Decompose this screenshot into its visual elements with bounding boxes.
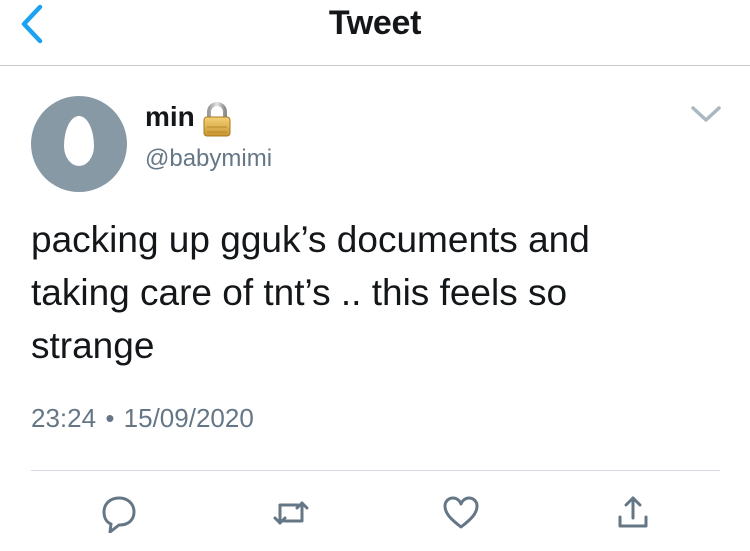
default-egg-avatar-icon [64,116,94,166]
divider [31,470,720,471]
retweet-button[interactable] [271,493,311,533]
tweet-time: 23:24 [31,403,97,433]
chevron-down-icon [691,106,721,122]
tweet-actions [0,493,750,537]
tweet-timestamp: 23:24 • 15/09/2020 [31,403,254,434]
tweet-text: packing up gguk’s documents and taking c… [31,219,590,366]
avatar[interactable] [31,96,127,192]
like-button[interactable] [441,493,481,533]
tweet-menu-button[interactable] [688,102,724,126]
author-handle[interactable]: @babymimi [145,145,272,173]
tweet-date: 15/09/2020 [123,403,254,433]
reply-button[interactable] [99,493,139,533]
page-title: Tweet [328,4,422,42]
heart-icon [443,496,479,529]
meta-separator: • [105,403,115,433]
author-display-name[interactable]: min [145,101,195,133]
reply-icon [102,496,136,533]
share-icon [618,496,648,528]
navigation-bar: Tweet [0,0,750,66]
retweet-icon [273,501,309,525]
lock-icon [201,101,233,137]
share-button[interactable] [613,493,653,533]
